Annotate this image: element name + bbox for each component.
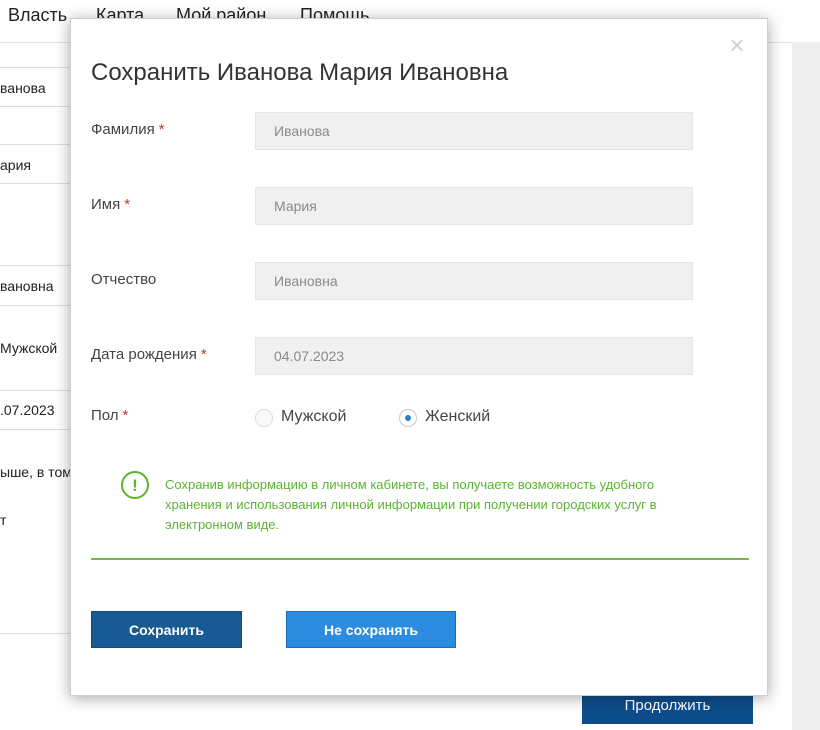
bg-divider	[0, 429, 70, 430]
exclamation-icon: !	[121, 471, 149, 499]
bg-divider	[0, 183, 70, 184]
bg-field-first-name: ария	[0, 157, 31, 173]
background-sidebar	[792, 42, 820, 730]
bg-divider	[0, 265, 70, 266]
form-row-patronymic: Отчество	[91, 262, 711, 302]
required-marker: *	[124, 196, 131, 213]
bg-divider	[0, 67, 70, 68]
do-not-save-button[interactable]: Не сохранять	[286, 611, 456, 648]
bg-divider	[0, 144, 70, 145]
form-row-first-name: Имя *	[91, 187, 711, 227]
bg-field-gender: Мужской	[0, 340, 58, 356]
bg-divider	[0, 106, 70, 107]
radio-male-label[interactable]: Мужской	[281, 408, 346, 426]
radio-female-circle[interactable]	[399, 409, 417, 427]
bg-text-line: ыше, в том	[0, 464, 72, 480]
label-first-name: Имя *	[91, 196, 131, 213]
patronymic-field[interactable]	[255, 262, 693, 300]
nav-item-vlast[interactable]: Власть	[8, 5, 67, 26]
bg-text-line: т	[0, 512, 7, 528]
last-name-field[interactable]	[255, 112, 693, 150]
close-icon[interactable]: ×	[727, 32, 747, 58]
bg-divider	[0, 390, 70, 391]
notice-text: Сохранив информацию в личном кабинете, в…	[165, 477, 657, 532]
label-patronymic: Отчество	[91, 271, 157, 288]
label-birth-date: Дата рождения *	[91, 346, 207, 363]
first-name-field[interactable]	[255, 187, 693, 225]
form-row-birth-date: Дата рождения *	[91, 337, 711, 377]
required-marker: *	[200, 346, 207, 363]
birth-date-field[interactable]	[255, 337, 693, 375]
required-marker: *	[158, 121, 165, 138]
label-gender: Пол *	[91, 407, 129, 424]
bg-field-last-name: ванова	[0, 80, 46, 96]
section-divider	[91, 558, 749, 560]
required-marker: *	[122, 407, 129, 424]
bg-divider	[0, 305, 70, 306]
radio-male-circle[interactable]	[255, 409, 273, 427]
form-row-gender: Пол * Мужской Женский	[91, 399, 711, 439]
radio-female-label[interactable]: Женский	[425, 408, 490, 426]
form-row-last-name: Фамилия *	[91, 112, 711, 152]
save-button[interactable]: Сохранить	[91, 611, 242, 648]
info-notice: ! Сохранив информацию в личном кабинете,…	[121, 469, 721, 539]
label-last-name: Фамилия *	[91, 121, 165, 138]
bg-field-patronymic: вановна	[0, 278, 54, 294]
bg-divider	[0, 633, 70, 634]
save-profile-modal: × Сохранить Иванова Мария Ивановна Фамил…	[70, 18, 768, 696]
modal-title: Сохранить Иванова Мария Ивановна	[91, 59, 509, 86]
bg-field-birth-date: .07.2023	[0, 402, 55, 418]
